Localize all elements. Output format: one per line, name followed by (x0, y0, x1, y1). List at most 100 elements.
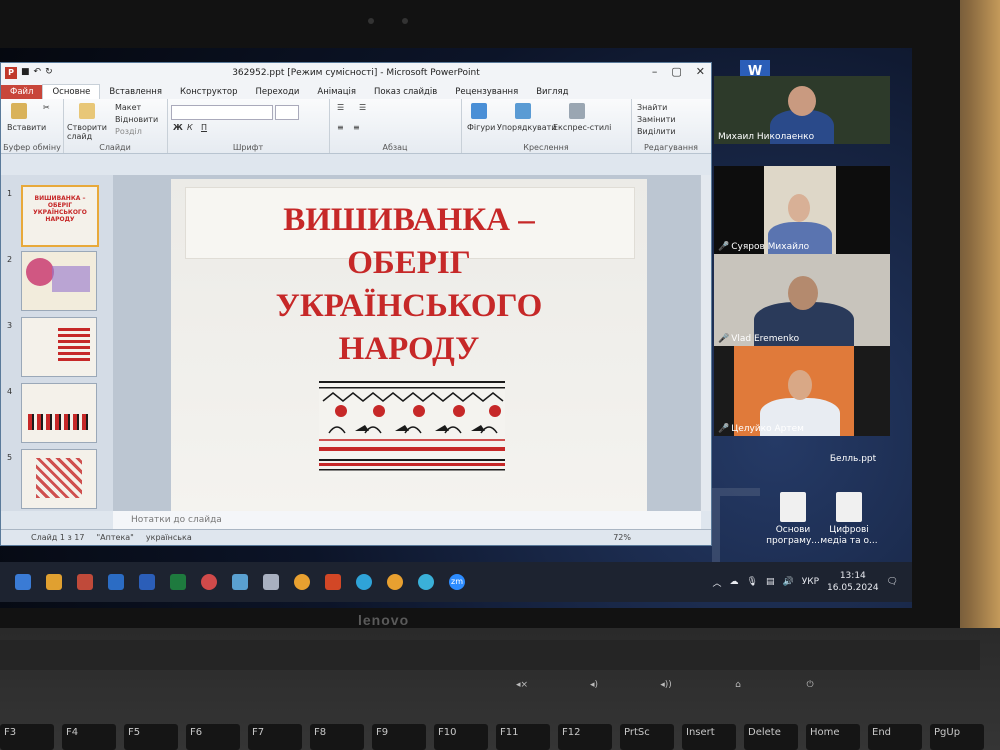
current-slide[interactable]: ВИШИВАНКА – ОБЕРІГ УКРАЇНСЬКОГО НАРОДУ (171, 179, 647, 511)
notes-pane[interactable]: Нотатки до слайда (113, 511, 701, 529)
cloud-icon[interactable]: ☁ (730, 577, 739, 587)
tab-transitions[interactable]: Переходи (247, 85, 309, 99)
ribbon: Вставити ✂ Буфер обміну Створити слайд М… (1, 99, 711, 154)
volume-icon[interactable]: 🔊 (783, 577, 794, 587)
slide-title[interactable]: ВИШИВАНКА – ОБЕРІГ УКРАЇНСЬКОГО НАРОДУ (171, 199, 647, 371)
mic-key-icon[interactable]: ⌂ (728, 680, 748, 694)
quick-styles-button[interactable]: Експрес-стилі (553, 123, 611, 132)
slide-thumbnails-pane[interactable]: 1 ВИШИВАНКА – ОБЕРІГ УКРАЇНСЬКОГО НАРОДУ… (1, 175, 114, 511)
clock[interactable]: 13:14 16.05.2024 (827, 570, 879, 594)
tab-review[interactable]: Рецензування (446, 85, 527, 99)
key[interactable]: Insert (682, 724, 736, 750)
tab-insert[interactable]: Вставлення (100, 85, 171, 99)
close-button[interactable]: ✕ (696, 65, 705, 78)
bold-button[interactable]: Ж (173, 123, 183, 132)
key[interactable]: F7 (248, 724, 302, 750)
section-button[interactable]: Розділ (115, 127, 142, 136)
language-indicator[interactable]: УКР (802, 577, 819, 587)
mute-key-icon[interactable]: ◂× (512, 680, 532, 694)
app-icon[interactable] (77, 574, 93, 590)
arrange-button[interactable]: Упорядкувати (497, 123, 556, 132)
tab-design[interactable]: Конструктор (171, 85, 247, 99)
chrome-icon[interactable] (294, 574, 310, 590)
align-left-icon[interactable]: ≡ (337, 123, 344, 132)
tab-slideshow[interactable]: Показ слайдів (365, 85, 446, 99)
key[interactable]: End (868, 724, 922, 750)
underline-button[interactable]: П (201, 123, 207, 132)
key[interactable]: F5 (124, 724, 178, 750)
app-icon[interactable] (232, 574, 248, 590)
network-icon[interactable]: ▤ (766, 577, 775, 587)
desktop-file[interactable]: Основи програму... (762, 492, 824, 547)
vertical-scrollbar[interactable] (700, 175, 711, 511)
file-explorer-icon[interactable] (46, 574, 62, 590)
word-icon[interactable] (139, 574, 155, 590)
participant-tile[interactable]: Михаил Николаенко (714, 76, 890, 144)
font-name-field[interactable] (171, 105, 273, 120)
slide-thumbnail[interactable] (21, 251, 97, 311)
layout-button[interactable]: Макет (115, 103, 141, 112)
power-key-icon[interactable]: ⏻ (800, 680, 820, 694)
align-center-icon[interactable]: ≡ (353, 123, 360, 132)
tab-animations[interactable]: Анімація (308, 85, 365, 99)
italic-button[interactable]: К (187, 123, 193, 132)
minimize-button[interactable]: – (652, 65, 658, 78)
replace-button[interactable]: Замінити (637, 115, 676, 124)
shapes-button[interactable]: Фігури (467, 123, 495, 132)
chrome-icon[interactable] (387, 574, 403, 590)
desktop-file[interactable]: Белль.ppt (822, 454, 884, 465)
chevron-up-icon[interactable]: ︿ (713, 576, 722, 589)
tab-view[interactable]: Вигляд (527, 85, 577, 99)
tab-home[interactable]: Основне (42, 84, 101, 99)
slide-thumbnail[interactable] (21, 449, 97, 509)
cut-icon[interactable]: ✂ (43, 103, 50, 112)
app-icon[interactable] (263, 574, 279, 590)
app-icon[interactable] (418, 574, 434, 590)
reset-button[interactable]: Відновити (115, 115, 158, 124)
microphone-icon[interactable]: 🎙 (747, 577, 758, 587)
key[interactable]: F11 (496, 724, 550, 750)
slide-thumbnail[interactable]: ВИШИВАНКА – ОБЕРІГ УКРАЇНСЬКОГО НАРОДУ (21, 185, 99, 247)
key[interactable]: F9 (372, 724, 426, 750)
select-button[interactable]: Виділити (637, 127, 676, 136)
video-participants-panel: Михаил Николаенко 🎤 Суяров Михайло 🎤 Vlad … (714, 76, 894, 446)
new-slide-button[interactable]: Створити слайд (67, 123, 111, 141)
desktop-file[interactable]: Цифрові медіа та о... (818, 492, 880, 547)
key[interactable]: F12 (558, 724, 612, 750)
volume-down-key-icon[interactable]: ◂) (584, 680, 604, 694)
start-icon[interactable] (15, 574, 31, 590)
key[interactable]: F3 (0, 724, 54, 750)
edge-icon[interactable] (356, 574, 372, 590)
thumbnail-graphic (28, 414, 88, 430)
tab-file[interactable]: Файл (1, 85, 43, 99)
numbering-icon[interactable]: ☰ (359, 103, 366, 112)
paste-button[interactable]: Вставити (7, 123, 46, 132)
bullets-icon[interactable]: ☰ (337, 103, 344, 112)
key[interactable]: F8 (310, 724, 364, 750)
app-icon[interactable] (201, 574, 217, 590)
powerpoint-taskbar-icon[interactable] (325, 574, 341, 590)
key[interactable]: Delete (744, 724, 798, 750)
font-size-field[interactable] (275, 105, 299, 120)
key[interactable]: F4 (62, 724, 116, 750)
volume-up-key-icon[interactable]: ◂)) (656, 680, 676, 694)
participant-tile[interactable]: 🎤 Целуйко Артем (714, 346, 890, 436)
slide-editor[interactable]: ВИШИВАНКА – ОБЕРІГ УКРАЇНСЬКОГО НАРОДУ (113, 175, 701, 511)
participant-tile[interactable]: 🎤 Суяров Михайло (714, 166, 890, 254)
key[interactable]: PrtSc (620, 724, 674, 750)
slide-thumbnail[interactable] (21, 383, 97, 443)
language-indicator[interactable]: українська (146, 533, 192, 542)
key[interactable]: F10 (434, 724, 488, 750)
excel-icon[interactable] (170, 574, 186, 590)
key[interactable]: Home (806, 724, 860, 750)
slide-thumbnail[interactable] (21, 317, 97, 377)
key[interactable]: F6 (186, 724, 240, 750)
participant-tile[interactable]: 🎤 Vlad Eremenko (714, 254, 890, 346)
maximize-button[interactable]: ▢ (671, 65, 681, 78)
zoom-icon[interactable]: zm (449, 574, 465, 590)
app-icon[interactable] (108, 574, 124, 590)
zoom-level[interactable]: 72% (613, 533, 631, 542)
key[interactable]: PgUp (930, 724, 984, 750)
notifications-icon[interactable]: 🗨 (887, 577, 898, 587)
find-button[interactable]: Знайти (637, 103, 667, 112)
